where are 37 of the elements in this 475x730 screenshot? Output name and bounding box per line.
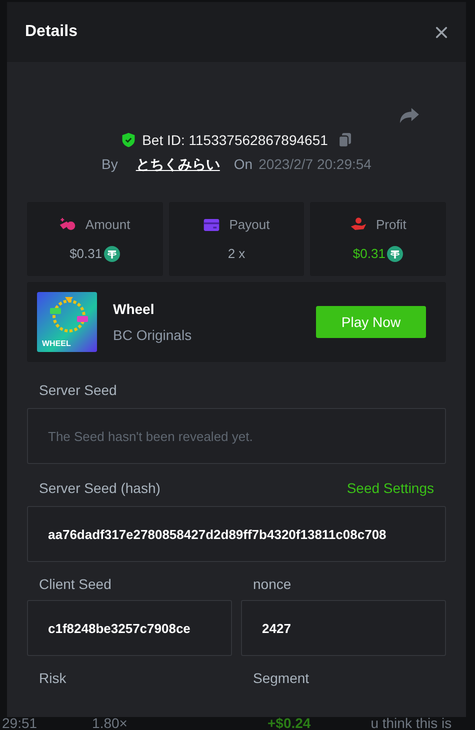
background-profit: +$0.24 (267, 715, 311, 730)
field-label: Server Seed (39, 382, 118, 400)
bet-time: 2023/2/7 20:29:54 (258, 156, 372, 172)
card-icon (203, 218, 220, 232)
bet-id: Bet ID: 115337562867894651 (142, 132, 328, 148)
user-link[interactable]: とちくみらい (136, 156, 220, 174)
close-icon[interactable] (435, 26, 448, 38)
background-time: 29:51 (2, 715, 38, 730)
stat-label: Payout (229, 217, 270, 232)
stat-value: 2 x (228, 246, 246, 261)
field-label: Risk (38, 670, 68, 686)
stat-label: Profit (376, 216, 406, 232)
game-name: Wheel (113, 301, 156, 317)
field-label: Client Seed (38, 576, 112, 592)
field-label: nonce (252, 576, 292, 592)
field-label: Segment (252, 670, 310, 686)
person-hand-icon (350, 217, 367, 231)
hash-field[interactable]: aa76dadf317e2780858427d2d89ff7b4320f13811c08c708 (27, 506, 446, 562)
dialog-title: Details (25, 23, 78, 41)
wheel-drawing (49, 294, 89, 334)
seed-field[interactable]: c1f8248be3257c7908ce (27, 600, 232, 656)
seed-settings-link[interactable]: Seed Settings (346, 480, 434, 498)
stat-value: $0.31 (70, 246, 102, 261)
background-multiplier: 1.80× (92, 715, 128, 730)
server-seed-field[interactable]: The Seed hasn't been revealed yet. (27, 408, 446, 464)
stat-label: Amount (85, 216, 130, 232)
game-provider: BC Originals (113, 327, 193, 343)
on-label: On (234, 156, 253, 172)
stat-value: $0.31 (352, 246, 386, 261)
field-label: Server Seed (hash) (39, 480, 160, 498)
by-label: By (102, 156, 118, 172)
thumbnail-label: WHEEL (42, 339, 71, 348)
copy-icon[interactable] (338, 132, 352, 148)
seed-field[interactable]: 2427 (241, 600, 446, 656)
coins-icon (59, 217, 76, 231)
share-arrow-icon[interactable] (399, 107, 420, 124)
background-chat-text: u think this is (370, 715, 452, 730)
